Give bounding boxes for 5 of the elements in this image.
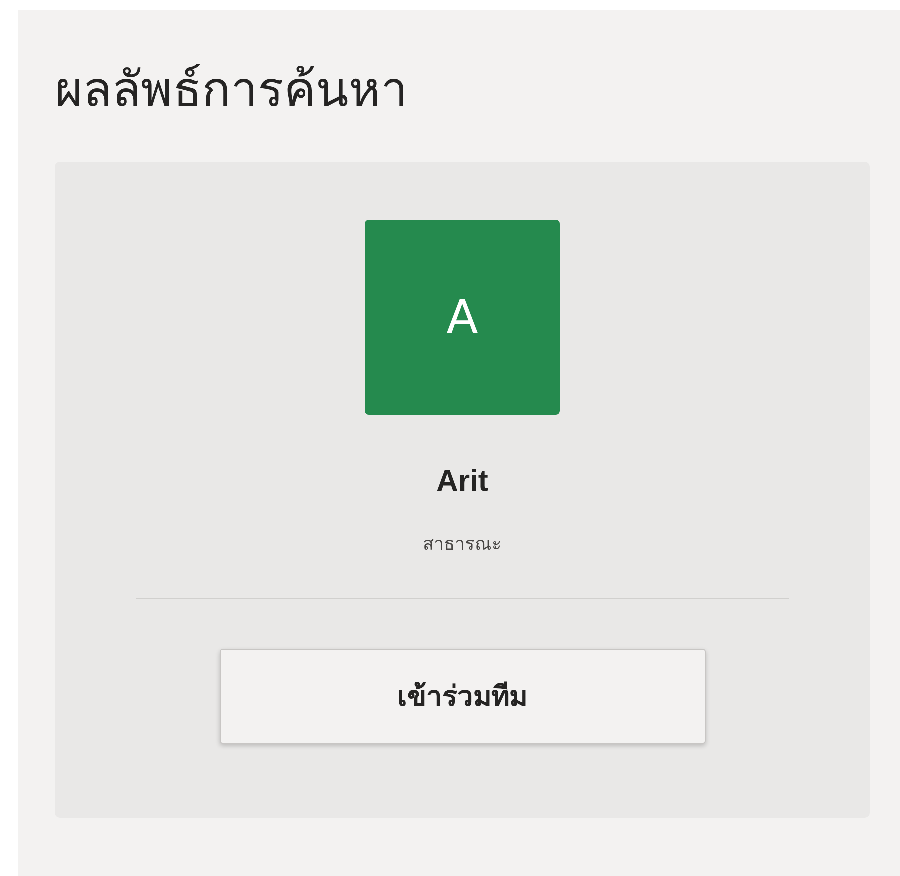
team-visibility: สาธารณะ (423, 532, 502, 557)
team-name: Arit (436, 464, 488, 499)
join-team-button[interactable]: เข้าร่วมทีม (220, 648, 706, 744)
page-title: ผลลัพธ์การค้นหา (55, 62, 409, 120)
team-avatar: A (365, 220, 560, 415)
